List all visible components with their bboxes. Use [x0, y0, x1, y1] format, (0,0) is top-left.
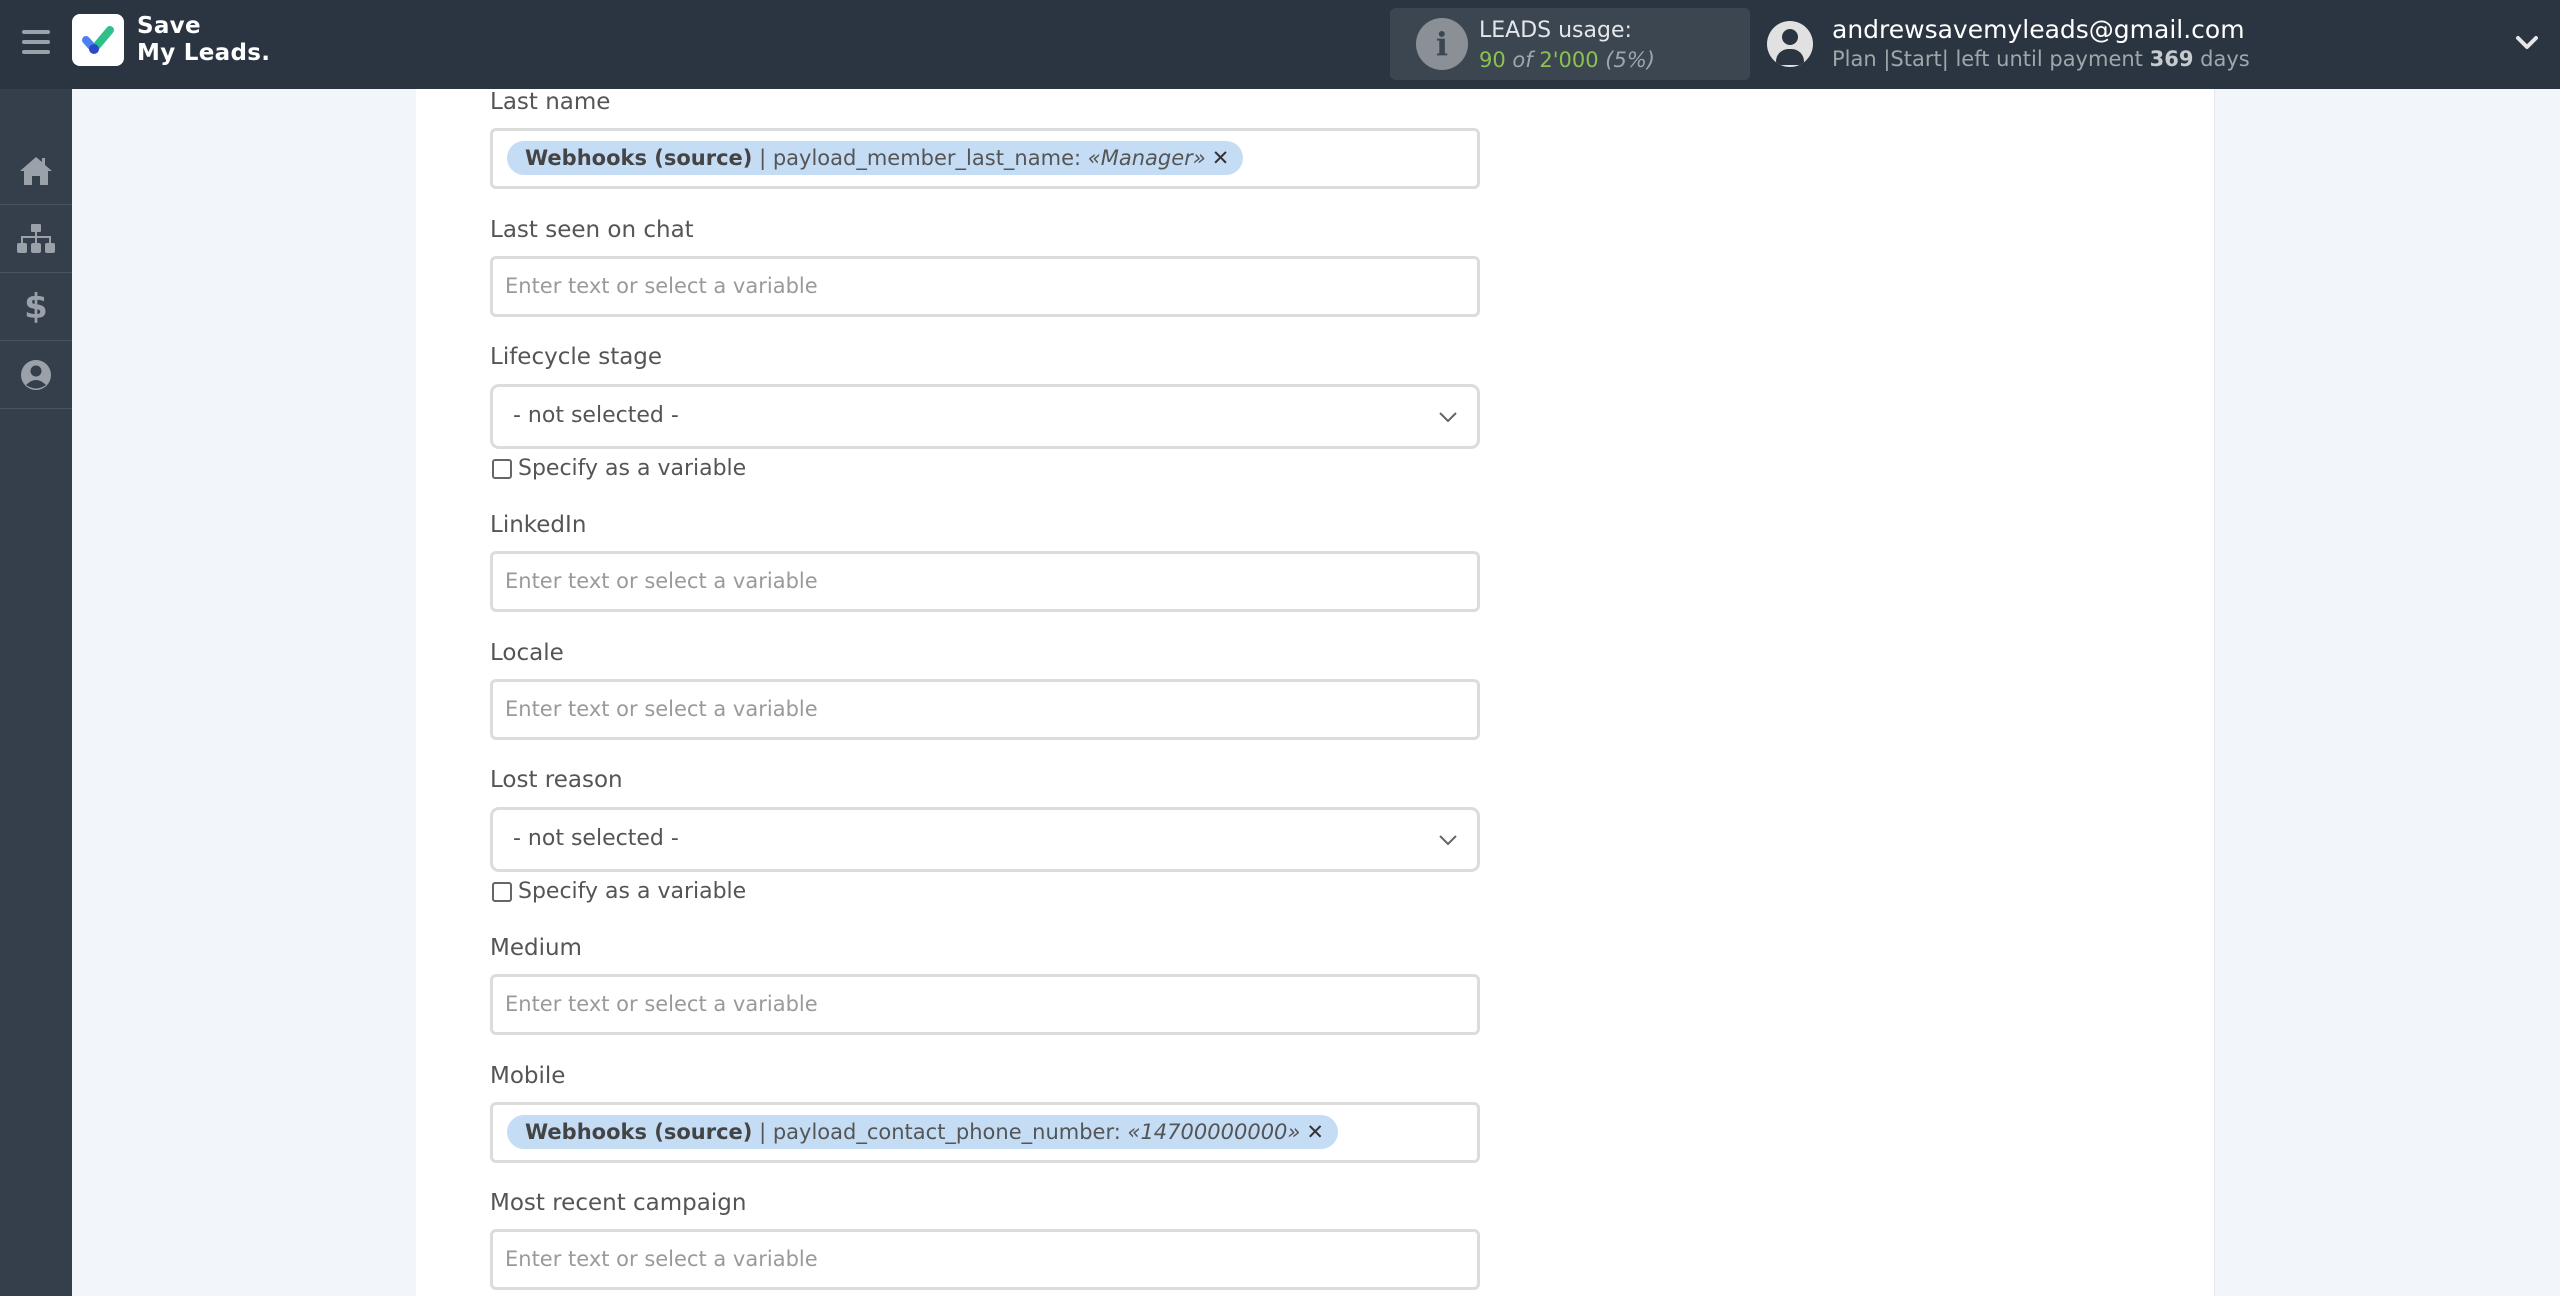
account-menu-chevron-icon[interactable]	[2514, 30, 2540, 56]
mobile-label: Mobile	[490, 1063, 566, 1089]
lost-reason-specify-variable[interactable]: Specify as a variable	[492, 879, 746, 904]
lost-reason-label: Lost reason	[490, 767, 623, 793]
linkedin-label: LinkedIn	[490, 512, 587, 538]
plan-days-suffix: days	[2200, 47, 2250, 71]
sidebar-item-home[interactable]	[0, 137, 72, 205]
logo-text[interactable]: Save My Leads.	[137, 13, 270, 67]
top-header: Save My Leads. i LEADS usage: 90 of 2'00…	[0, 0, 2560, 89]
hamburger-icon-bar	[22, 40, 50, 44]
chip-field: payload_member_last_name:	[772, 146, 1088, 170]
placeholder: Enter text or select a variable	[505, 274, 818, 298]
variable-chip[interactable]: Webhooks (source) | payload_member_last_…	[507, 141, 1244, 175]
last-seen-on-chat-input[interactable]: Enter text or select a variable	[490, 256, 1480, 317]
plan-days: 369	[2149, 47, 2194, 71]
remove-chip-icon[interactable]: ✕	[1306, 1120, 1324, 1144]
linkedin-input[interactable]: Enter text or select a variable	[490, 551, 1480, 612]
avatar-body	[1776, 49, 1804, 65]
medium-input[interactable]: Enter text or select a variable	[490, 974, 1480, 1035]
user-plan: Plan |Start| left until payment 369 days	[1832, 47, 2250, 71]
usage-used: 90	[1479, 48, 1506, 72]
locale-input[interactable]: Enter text or select a variable	[490, 679, 1480, 740]
placeholder: Enter text or select a variable	[505, 697, 818, 721]
plan-text: Plan |Start| left until payment	[1832, 47, 2143, 71]
last-name-input[interactable]: Webhooks (source) | payload_member_last_…	[490, 128, 1480, 189]
chip-source: Webhooks (source)	[525, 1120, 753, 1144]
chip-separator: |	[752, 1120, 773, 1144]
user-email[interactable]: andrewsavemyleads@gmail.com	[1832, 15, 2245, 44]
placeholder: Enter text or select a variable	[505, 992, 818, 1016]
sitemap-icon	[17, 223, 55, 253]
chip-source: Webhooks (source)	[525, 146, 753, 170]
chevron-down-icon	[1439, 412, 1457, 423]
checkbox-label: Specify as a variable	[518, 456, 747, 481]
checkbox-label: Specify as a variable	[518, 879, 747, 904]
placeholder: Enter text or select a variable	[505, 569, 818, 593]
menu-toggle-button[interactable]	[22, 30, 50, 56]
lifecycle-stage-label: Lifecycle stage	[490, 344, 663, 370]
usage-title: LEADS usage:	[1479, 18, 1632, 43]
chip-value: «Manager»	[1087, 146, 1206, 170]
sidebar-item-account[interactable]	[0, 341, 72, 409]
remove-chip-icon[interactable]: ✕	[1212, 146, 1230, 170]
lifecycle-stage-select[interactable]: - not selected -	[490, 384, 1480, 449]
usage-value: 90 of 2'000 (5%)	[1479, 48, 1655, 72]
chip-field: payload_contact_phone_number:	[772, 1120, 1128, 1144]
sidebar-item-billing[interactable]: $	[0, 273, 72, 341]
checkbox[interactable]	[492, 881, 512, 902]
placeholder: Enter text or select a variable	[505, 1247, 818, 1271]
usage-of: of	[1512, 48, 1533, 72]
chip-value: «14700000000»	[1127, 1120, 1301, 1144]
checkbox[interactable]	[492, 458, 512, 479]
last-seen-on-chat-label: Last seen on chat	[490, 217, 694, 243]
locale-label: Locale	[490, 640, 564, 666]
home-icon	[20, 156, 52, 185]
mobile-input[interactable]: Webhooks (source) | payload_contact_phon…	[490, 1102, 1480, 1163]
logo-line-1: Save	[137, 13, 201, 39]
most-recent-campaign-label: Most recent campaign	[490, 1190, 747, 1216]
usage-percent: (5%)	[1605, 48, 1655, 72]
variable-chip[interactable]: Webhooks (source) | payload_contact_phon…	[507, 1115, 1338, 1149]
last-name-label: Last name	[490, 89, 611, 115]
user-circle-icon	[21, 359, 51, 390]
chip-separator: |	[752, 146, 773, 170]
select-value: - not selected -	[513, 826, 679, 851]
hamburger-icon	[22, 30, 50, 34]
logo-line-2: My Leads.	[137, 40, 271, 66]
avatar-head	[1782, 29, 1798, 45]
chevron-down-icon	[1439, 835, 1457, 846]
sidebar: $	[0, 89, 72, 1296]
user-avatar-icon[interactable]	[1767, 21, 1813, 67]
lifecycle-stage-specify-variable[interactable]: Specify as a variable	[492, 456, 746, 481]
usage-total: 2'000	[1539, 48, 1599, 72]
info-icon: i	[1416, 18, 1468, 70]
dollar-icon: $	[24, 286, 48, 327]
sidebar-item-connections[interactable]	[0, 205, 72, 273]
hamburger-icon-bar	[22, 50, 50, 54]
logo-icon[interactable]	[72, 14, 124, 66]
medium-label: Medium	[490, 935, 582, 961]
lost-reason-select[interactable]: - not selected -	[490, 807, 1480, 872]
most-recent-campaign-input[interactable]: Enter text or select a variable	[490, 1229, 1480, 1290]
select-value: - not selected -	[513, 403, 679, 428]
leads-usage-panel: i LEADS usage: 90 of 2'000 (5%)	[1390, 8, 1750, 80]
